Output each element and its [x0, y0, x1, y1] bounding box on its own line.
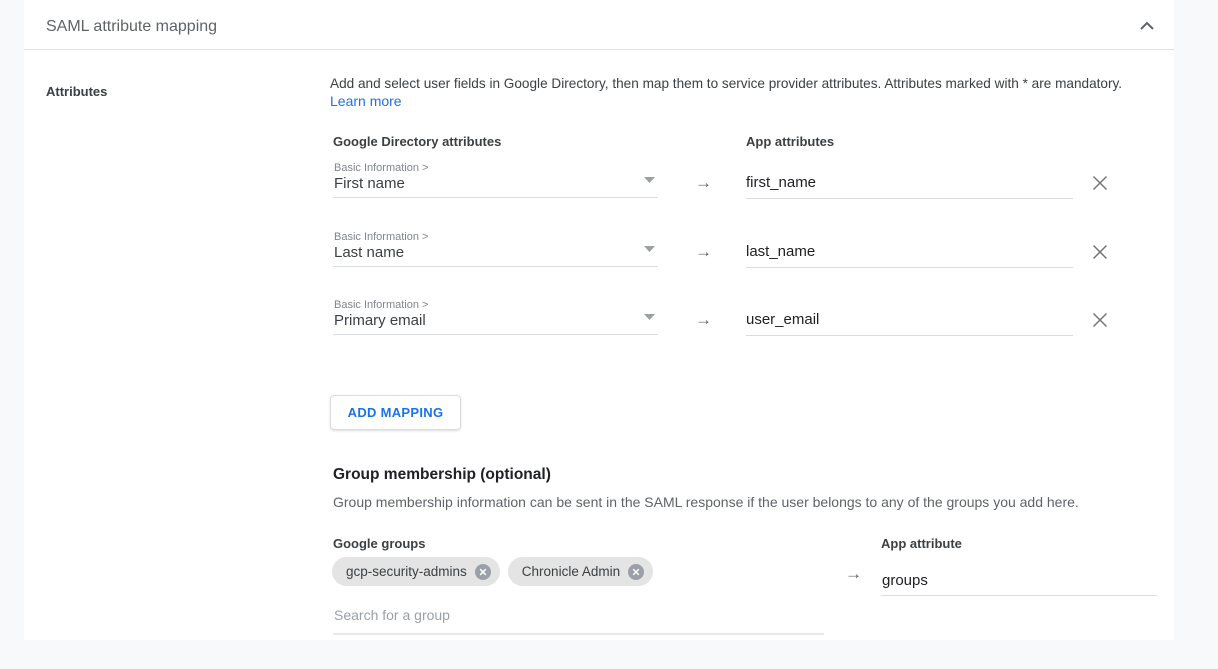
group-search-input[interactable]: [333, 602, 824, 635]
add-mapping-button[interactable]: ADD MAPPING: [330, 395, 461, 430]
attributes-description: Add and select user fields in Google Dir…: [330, 76, 1122, 91]
group-chip[interactable]: gcp-security-admins: [332, 557, 500, 586]
maps-to-arrow-icon: →: [695, 310, 712, 330]
saml-attribute-mapping-page: SAML attribute mapping Attributes Add an…: [0, 0, 1218, 669]
dropdown-arrow-icon: [644, 314, 655, 320]
dropdown-arrow-icon: [644, 177, 655, 183]
google-groups-label: Google groups: [333, 536, 425, 551]
google-directory-attribute-select[interactable]: Basic Information > First name: [333, 160, 658, 198]
x-in-circle-icon: [628, 568, 644, 583]
select-category-label: Basic Information >: [334, 231, 428, 243]
app-attribute-input[interactable]: [746, 307, 1073, 336]
maps-to-arrow-icon: →: [845, 564, 862, 584]
collapse-section-button[interactable]: [1134, 15, 1160, 39]
chevron-up-icon: [1139, 20, 1155, 35]
section-header: SAML attribute mapping: [24, 0, 1174, 50]
maps-to-arrow-icon: →: [695, 242, 712, 262]
close-icon: [1092, 175, 1108, 194]
saml-attribute-mapping-card: SAML attribute mapping Attributes Add an…: [24, 0, 1174, 640]
select-category-label: Basic Information >: [334, 299, 428, 311]
learn-more-link[interactable]: Learn more: [330, 93, 402, 109]
attributes-row-label: Attributes: [46, 84, 107, 99]
group-chips-container: gcp-security-admins Chronicle Admin: [332, 557, 653, 586]
maps-to-arrow-icon: →: [695, 173, 712, 193]
select-value: Last name: [334, 244, 404, 261]
group-chip-label: gcp-security-admins: [346, 564, 467, 579]
google-directory-attribute-select[interactable]: Basic Information > Primary email: [333, 297, 658, 335]
app-attribute-input[interactable]: [746, 170, 1073, 199]
remove-mapping-button[interactable]: [1088, 309, 1112, 333]
group-chip-label: Chronicle Admin: [522, 564, 620, 579]
group-chip[interactable]: Chronicle Admin: [508, 557, 653, 586]
select-value: Primary email: [334, 312, 426, 329]
remove-mapping-button[interactable]: [1088, 241, 1112, 265]
app-attributes-column-header: App attributes: [746, 134, 834, 149]
mapping-row: Basic Information > Primary email →: [24, 297, 1174, 345]
group-membership-heading: Group membership (optional): [333, 466, 551, 484]
chip-remove-button[interactable]: [475, 564, 491, 580]
group-app-attribute-input[interactable]: [881, 570, 1157, 596]
app-attribute-label: App attribute: [881, 536, 962, 551]
remove-mapping-button[interactable]: [1088, 172, 1112, 196]
chip-remove-button[interactable]: [628, 564, 644, 580]
google-directory-column-header: Google Directory attributes: [333, 134, 501, 149]
close-icon: [1092, 244, 1108, 263]
google-directory-attribute-select[interactable]: Basic Information > Last name: [333, 229, 658, 267]
mapping-row: Basic Information > First name →: [24, 160, 1174, 208]
group-membership-description: Group membership information can be sent…: [333, 494, 1079, 510]
close-icon: [1092, 312, 1108, 331]
page-title: SAML attribute mapping: [46, 18, 217, 36]
select-value: First name: [334, 175, 405, 192]
app-attribute-input[interactable]: [746, 239, 1073, 268]
x-in-circle-icon: [475, 568, 491, 583]
dropdown-arrow-icon: [644, 246, 655, 252]
mapping-row: Basic Information > Last name →: [24, 229, 1174, 277]
select-category-label: Basic Information >: [334, 162, 428, 174]
